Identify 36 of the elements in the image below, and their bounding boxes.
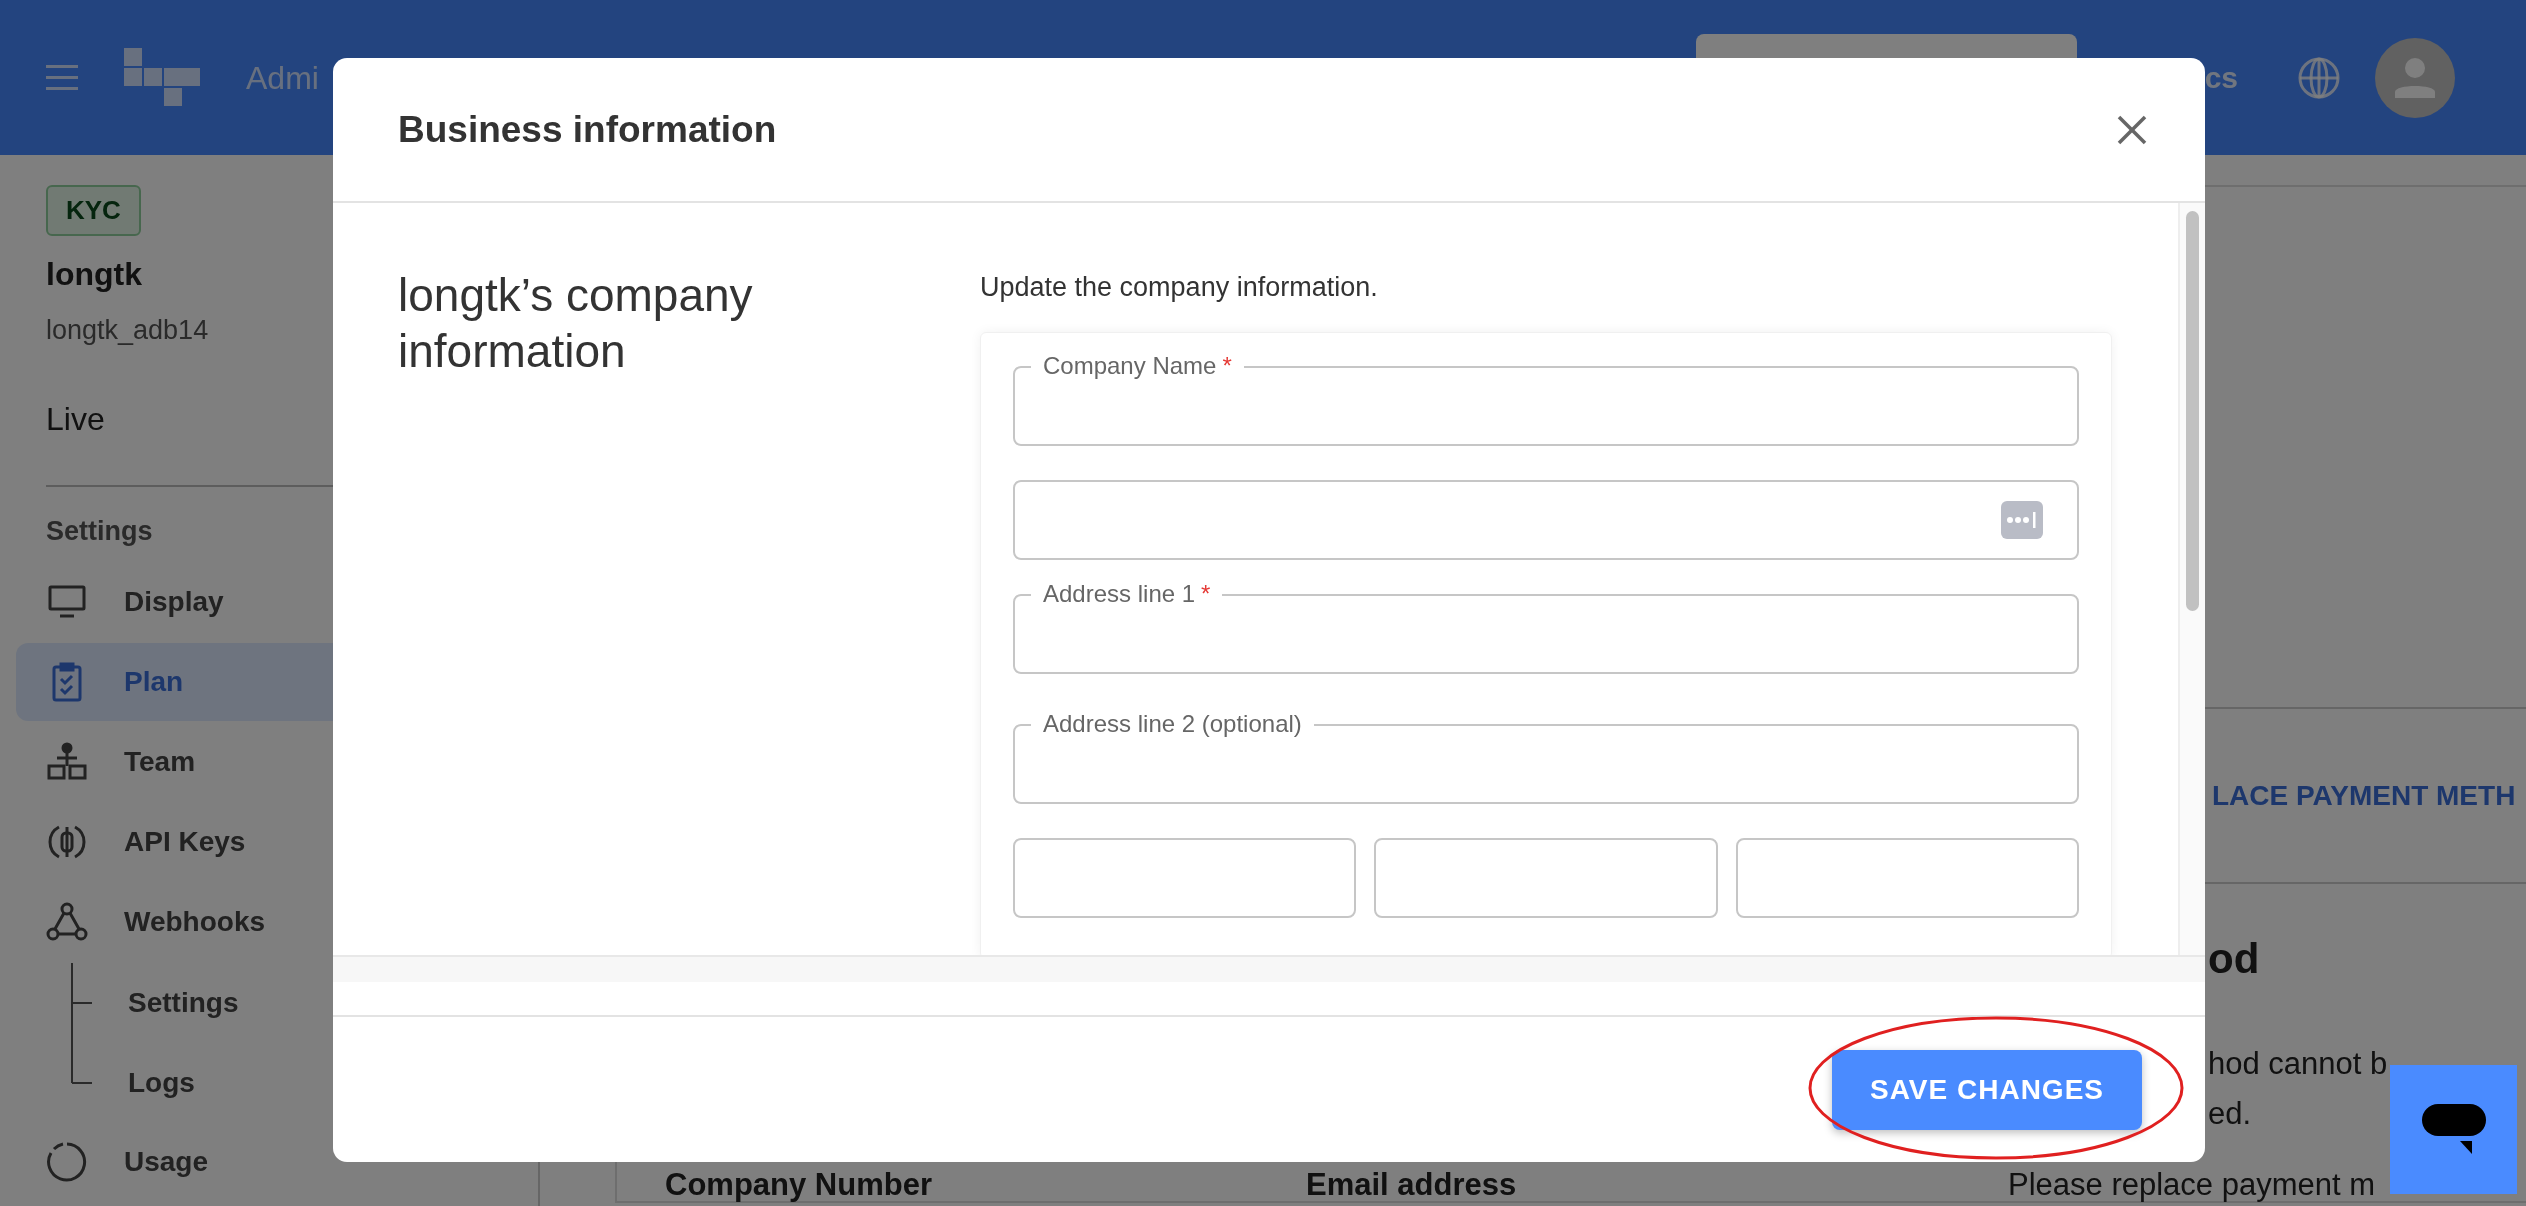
org-chart-icon (46, 741, 88, 783)
input-field[interactable] (1374, 837, 1718, 918)
globe-icon[interactable] (2298, 56, 2340, 99)
password-autofill-icon[interactable] (2001, 500, 2043, 539)
logo-icon (124, 47, 200, 108)
circle-arc-icon (46, 1141, 88, 1183)
webhook-icon (46, 901, 88, 943)
field-label: Company Number (665, 1169, 933, 1202)
chat-bubble-icon (2421, 1103, 2486, 1156)
input-field[interactable] (1013, 479, 2079, 560)
scrollbar[interactable] (2178, 203, 2205, 955)
field-label: Email address (1306, 1169, 1518, 1202)
scrollbar[interactable] (333, 955, 2205, 982)
sidebar-item[interactable]: Webhooks (16, 883, 346, 961)
modal-title: Business information (398, 107, 777, 152)
input-field[interactable] (1735, 837, 2079, 918)
text-link[interactable]: LACE PAYMENT METH (2212, 774, 2516, 817)
body-text: ed. (2208, 1095, 2252, 1134)
sidebar-item[interactable]: Display (16, 563, 346, 641)
description-text: Update the company information. (980, 271, 1379, 304)
menu-icon[interactable] (46, 64, 78, 91)
nav-link[interactable]: cs (2204, 55, 2238, 100)
save-button[interactable]: SAVE CHANGES (1832, 1049, 2142, 1130)
sidebar-item[interactable]: Team (16, 723, 346, 801)
section-heading: od (2208, 934, 2261, 984)
body-text: hod cannot b (2208, 1045, 2388, 1084)
status-badge: KYC (46, 185, 141, 236)
section-heading: longtk’s company information (398, 268, 754, 379)
sidebar-item[interactable]: API Keys (16, 803, 346, 881)
chat-button[interactable] (2390, 1065, 2517, 1194)
sidebar-item[interactable]: Usage (16, 1123, 346, 1201)
account-name: longtk (46, 255, 143, 294)
notice-text: Please replace payment m (2008, 1169, 2376, 1202)
section-title: Settings (46, 514, 154, 548)
app-title: Admi (246, 58, 319, 98)
input-field[interactable] (1013, 837, 1357, 918)
